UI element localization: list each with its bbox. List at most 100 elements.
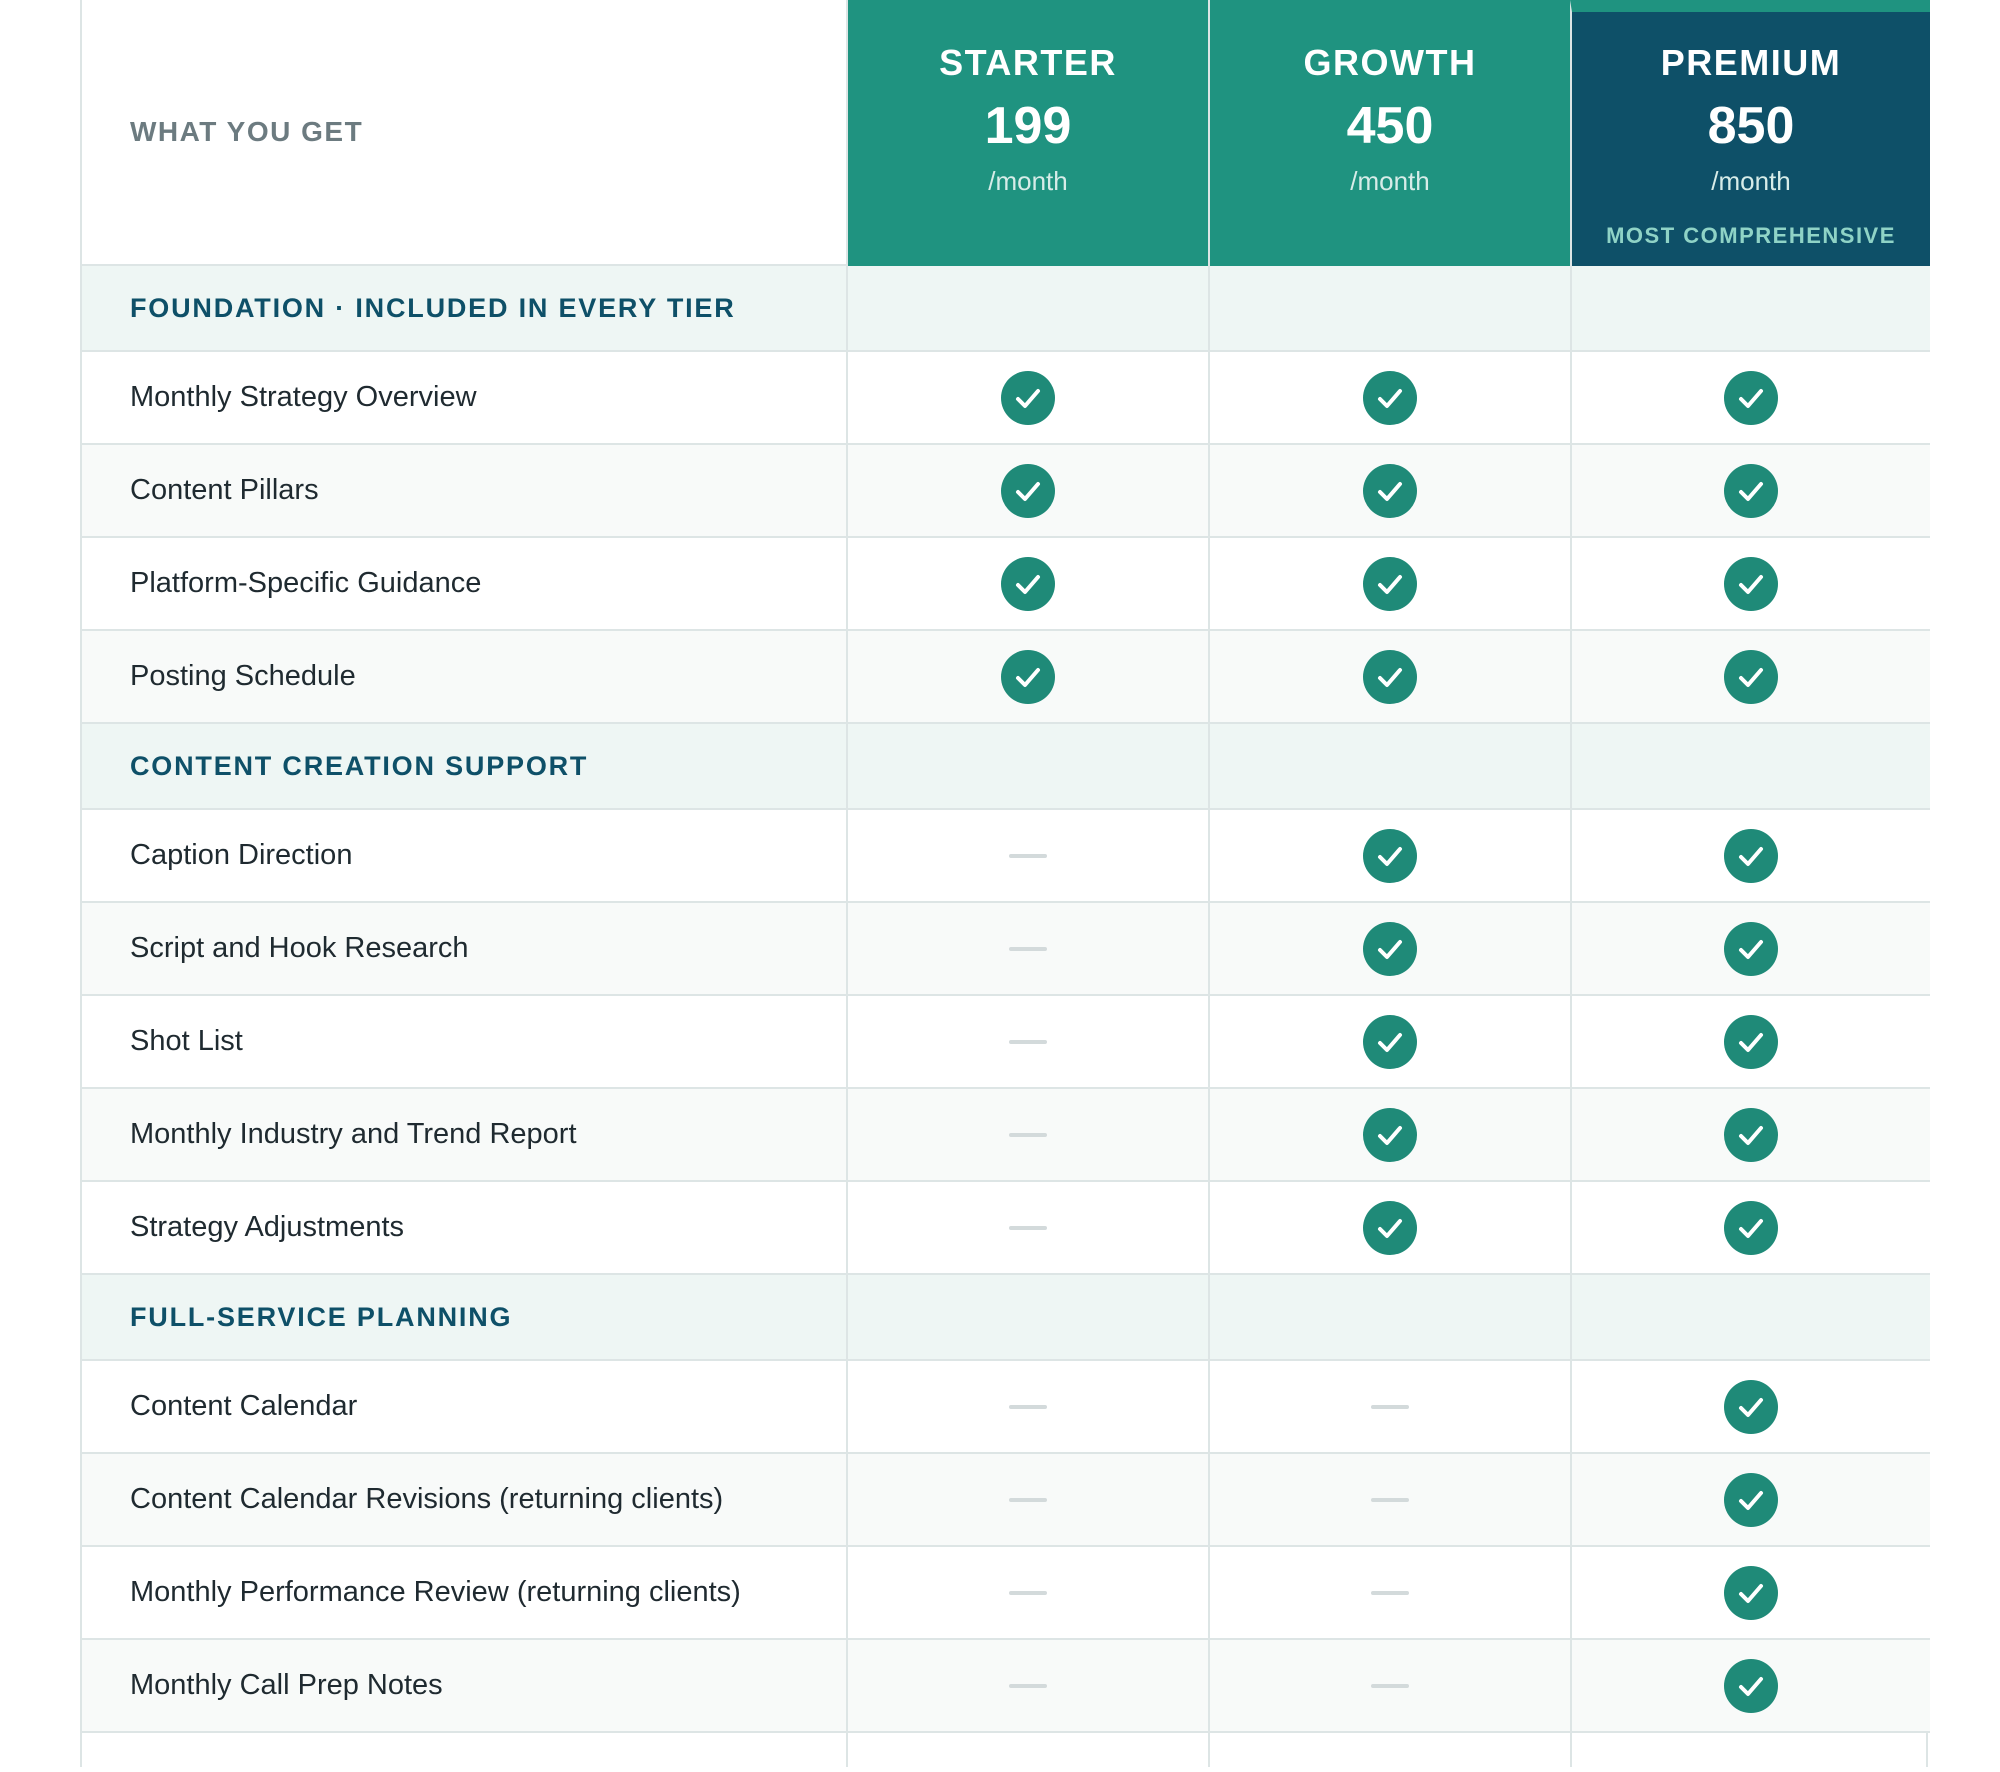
check-icon [1724,463,1778,518]
dash-icon [1371,1590,1409,1595]
feature-cell-starter [846,1640,1208,1733]
feature-cell-growth [1208,445,1570,538]
dash-icon [1009,1039,1047,1044]
feature-cell-growth [1208,1454,1570,1547]
feature-cell-growth [1208,1640,1570,1733]
feature-cell-starter [846,903,1208,996]
check-icon [1724,556,1778,611]
check-icon [1363,828,1417,883]
feature-cell-starter [846,538,1208,631]
section-header: FOUNDATION · INCLUDED IN EVERY TIER [82,266,846,352]
feature-label: Monthly Call Prep Notes [82,1640,846,1733]
feature-cell-growth [1208,1182,1570,1275]
feature-cell-growth [1208,538,1570,631]
section-title: FULL-SERVICE PLANNING [130,1301,513,1332]
feature-cell-growth [1208,996,1570,1089]
check-icon [1724,370,1778,425]
dash-icon [1371,1404,1409,1409]
feature-cell-starter [846,352,1208,445]
feature-cell-premium [1570,996,1930,1089]
section-header: FULL-SERVICE PLANNING [82,1275,846,1361]
check-icon [1724,1658,1778,1713]
table-row-continuation [82,1733,846,1767]
section-header-cell [1570,724,1930,810]
feature-label: Monthly Strategy Overview [82,352,846,445]
feature-cell-premium [1570,1089,1930,1182]
check-icon [1724,1565,1778,1620]
feature-cell-starter [846,810,1208,903]
tier-period: /month [988,166,1068,196]
table-row-continuation [1570,1733,1930,1767]
dash-icon [1009,1497,1047,1502]
feature-cell-starter [846,631,1208,724]
tier-price: 850 [1707,97,1795,155]
tier-header-growth: GROWTH 450 /month [1208,0,1570,266]
check-icon [1363,370,1417,425]
tier-price: 450 [1346,97,1434,155]
check-icon [1363,463,1417,518]
dash-icon [1009,1404,1047,1409]
feature-cell-starter [846,1182,1208,1275]
dash-icon [1371,1497,1409,1502]
dash-icon [1009,1683,1047,1688]
feature-cell-premium [1570,352,1930,445]
feature-cell-premium [1570,1361,1930,1454]
feature-label: Content Calendar [82,1361,846,1454]
section-header-cell [846,724,1208,810]
dash-icon [1009,1225,1047,1230]
feature-cell-premium [1570,1640,1930,1733]
feature-cell-starter [846,996,1208,1089]
section-header-cell [846,266,1208,352]
section-header-cell [1208,266,1570,352]
feature-label: Posting Schedule [82,631,846,724]
check-icon [1363,921,1417,976]
feature-cell-growth [1208,1547,1570,1640]
dash-icon [1009,946,1047,951]
dash-icon [1009,1132,1047,1137]
section-header-cell [846,1275,1208,1361]
feature-cell-growth [1208,1089,1570,1182]
section-title: FOUNDATION · INCLUDED IN EVERY TIER [130,292,736,323]
feature-cell-premium [1570,1182,1930,1275]
feature-cell-starter [846,1454,1208,1547]
check-icon [1001,463,1055,518]
dash-icon [1371,1683,1409,1688]
section-header: CONTENT CREATION SUPPORT [82,724,846,810]
tier-period: /month [1711,166,1791,196]
feature-cell-growth [1208,810,1570,903]
check-icon [1724,1107,1778,1162]
section-header-cell [1208,1275,1570,1361]
feature-cell-starter [846,1547,1208,1640]
check-icon [1001,649,1055,704]
table-row-continuation [846,1733,1208,1767]
tier-name: STARTER [939,42,1117,83]
feature-cell-starter [846,1089,1208,1182]
feature-cell-premium [1570,538,1930,631]
check-icon [1363,1014,1417,1069]
feature-cell-growth [1208,1361,1570,1454]
tier-header-premium: PREMIUM 850 /month MOST COMPREHENSIVE [1570,0,1930,266]
tier-name: GROWTH [1303,42,1477,83]
check-icon [1724,828,1778,883]
feature-label: Monthly Industry and Trend Report [82,1089,846,1182]
check-icon [1724,921,1778,976]
check-icon [1724,1200,1778,1255]
check-icon [1724,649,1778,704]
section-header-cell [1570,266,1930,352]
feature-label: Content Pillars [82,445,846,538]
check-icon [1724,1379,1778,1434]
feature-cell-premium [1570,810,1930,903]
check-icon [1363,1200,1417,1255]
tier-price: 199 [984,97,1072,155]
table-row-continuation [1208,1733,1570,1767]
feature-cell-growth [1208,352,1570,445]
section-header-cell [1208,724,1570,810]
feature-label: Strategy Adjustments [82,1182,846,1275]
feature-cell-premium [1570,631,1930,724]
most-comprehensive-badge: MOST COMPREHENSIVE [1606,223,1896,248]
feature-cell-premium [1570,903,1930,996]
tier-name: PREMIUM [1660,42,1842,83]
pricing-comparison-table: WHAT YOU GET STARTER 199 /month GROWTH 4… [80,0,1930,1767]
check-icon [1724,1014,1778,1069]
feature-label: Caption Direction [82,810,846,903]
